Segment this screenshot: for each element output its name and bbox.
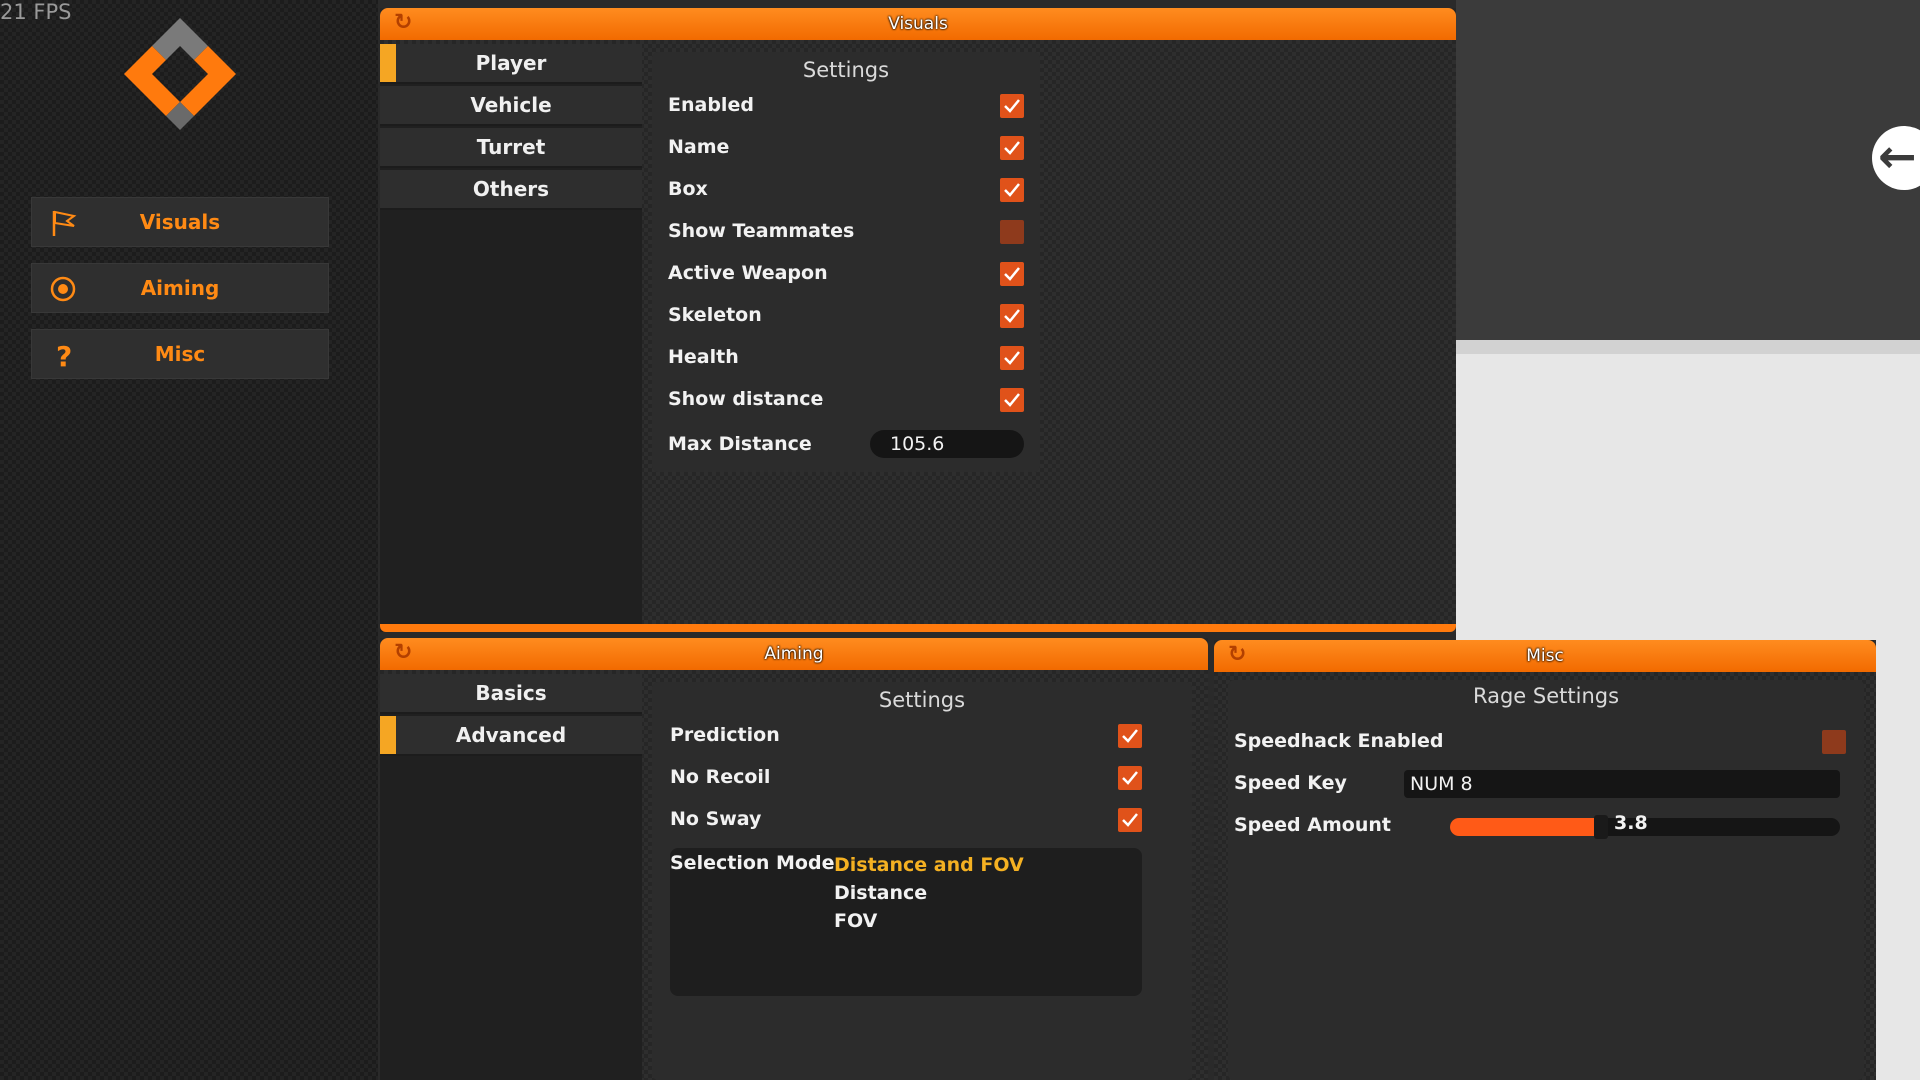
option-label: No Sway <box>670 808 762 830</box>
visuals-tab-column: Player Vehicle Turret Others <box>380 44 642 632</box>
option-label: Skeleton <box>668 304 762 326</box>
sidebar: 21 FPS Visuals Aiming ? Misc <box>0 0 378 1080</box>
name-checkbox[interactable] <box>1000 136 1024 160</box>
max-distance-input[interactable]: 105.6 <box>870 430 1024 458</box>
aiming-window: ↻ Aiming Basics Advanced Settings Predic… <box>380 638 1208 1080</box>
window-title: Misc <box>1526 646 1564 666</box>
misc-settings-panel: Rage Settings Speedhack Enabled Speed Ke… <box>1228 680 1864 1080</box>
option-label: No Recoil <box>670 766 771 788</box>
option-label: Prediction <box>670 724 780 746</box>
sidebar-item-misc[interactable]: ? Misc <box>31 329 329 379</box>
skeleton-checkbox[interactable] <box>1000 304 1024 328</box>
selection-mode-label: Selection Mode <box>670 852 835 874</box>
option-label: Active Weapon <box>668 262 828 284</box>
show-teammates-checkbox[interactable] <box>1000 220 1024 244</box>
prediction-checkbox[interactable] <box>1118 724 1142 748</box>
option-label: Show Teammates <box>668 220 855 242</box>
speed-amount-slider[interactable]: 3.8 <box>1450 812 1840 839</box>
list-item[interactable]: Distance <box>834 882 927 904</box>
speedhack-label: Speedhack Enabled <box>1234 730 1444 752</box>
tab-others[interactable]: Others <box>380 170 642 210</box>
window-bottom-border <box>380 624 1456 632</box>
max-distance-label: Max Distance <box>668 433 812 455</box>
tab-advanced[interactable]: Advanced <box>380 716 642 756</box>
aiming-tab-column: Basics Advanced <box>380 674 642 1080</box>
refresh-icon[interactable]: ↻ <box>394 12 412 34</box>
health-checkbox[interactable] <box>1000 346 1024 370</box>
sidebar-item-label: Visuals <box>139 210 221 234</box>
list-item[interactable]: FOV <box>834 910 877 932</box>
sidebar-item-visuals[interactable]: Visuals <box>31 197 329 247</box>
slider-value: 3.8 <box>1614 812 1648 834</box>
background-dark <box>1456 0 1920 340</box>
box-checkbox[interactable] <box>1000 178 1024 202</box>
misc-window: ↻ Misc Rage Settings Speedhack Enabled S… <box>1214 640 1876 1080</box>
tab-basics[interactable]: Basics <box>380 674 642 714</box>
refresh-icon[interactable]: ↻ <box>394 642 412 664</box>
section-heading: Rage Settings <box>1472 684 1620 708</box>
visuals-titlebar[interactable]: ↻ Visuals <box>380 8 1456 40</box>
speed-amount-label: Speed Amount <box>1234 814 1391 836</box>
sidebar-item-aiming[interactable]: Aiming <box>31 263 329 313</box>
no-sway-checkbox[interactable] <box>1118 808 1142 832</box>
tab-vehicle[interactable]: Vehicle <box>380 86 642 126</box>
speed-key-label: Speed Key <box>1234 772 1347 794</box>
no-recoil-checkbox[interactable] <box>1118 766 1142 790</box>
list-item[interactable]: Distance and FOV <box>834 854 1024 876</box>
logo-icon <box>124 18 236 130</box>
speedhack-checkbox[interactable] <box>1822 730 1846 754</box>
option-label: Health <box>668 346 739 368</box>
option-label: Name <box>668 136 730 158</box>
option-label: Box <box>668 178 708 200</box>
speed-key-input[interactable]: NUM 8 <box>1404 770 1840 798</box>
selection-mode-listbox[interactable]: Selection Mode Distance and FOV Distance… <box>670 848 1142 996</box>
enabled-checkbox[interactable] <box>1000 94 1024 118</box>
visuals-window: ↻ Visuals Player Vehicle Turret Others S… <box>380 8 1456 632</box>
section-heading: Settings <box>878 688 966 712</box>
tab-turret[interactable]: Turret <box>380 128 642 168</box>
sidebar-item-label: Misc <box>154 342 206 366</box>
misc-titlebar[interactable]: ↻ Misc <box>1214 640 1876 672</box>
option-label: Enabled <box>668 94 754 116</box>
active-weapon-checkbox[interactable] <box>1000 262 1024 286</box>
aiming-titlebar[interactable]: ↻ Aiming <box>380 638 1208 670</box>
fps-counter: 21 FPS <box>0 0 72 24</box>
slider-fill <box>1450 818 1598 836</box>
sidebar-item-label: Aiming <box>140 276 220 300</box>
visuals-settings-panel: Settings Enabled Name Box Show Teammates… <box>652 52 1040 472</box>
window-title: Visuals <box>888 14 948 34</box>
section-heading: Settings <box>802 58 890 82</box>
refresh-icon[interactable]: ↻ <box>1228 644 1246 666</box>
window-title: Aiming <box>764 644 824 664</box>
aiming-settings-panel: Settings Prediction No Recoil No Sway Se… <box>652 682 1192 1080</box>
option-label: Show distance <box>668 388 824 410</box>
slider-thumb[interactable] <box>1594 815 1608 839</box>
show-distance-checkbox[interactable] <box>1000 388 1024 412</box>
back-arrow-icon[interactable]: ← <box>1872 126 1920 190</box>
tab-player[interactable]: Player <box>380 44 642 84</box>
